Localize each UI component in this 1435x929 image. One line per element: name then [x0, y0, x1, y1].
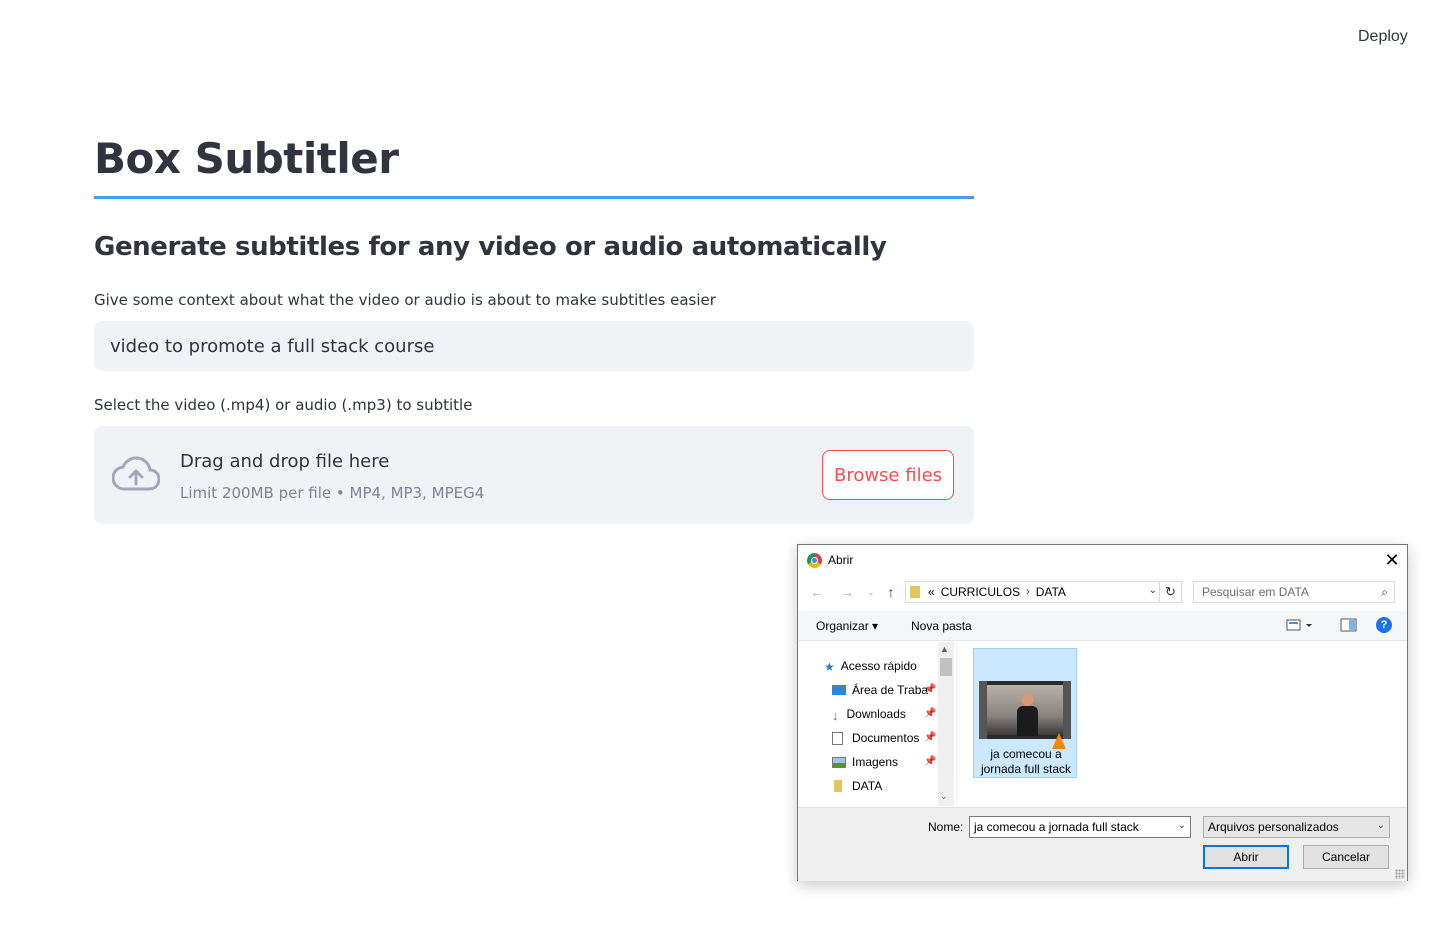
preview-pane-icon[interactable]: [1340, 617, 1358, 636]
up-arrow-icon[interactable]: ↑: [882, 583, 900, 601]
page-title: Box Subtitler: [94, 134, 399, 183]
context-label: Give some context about what the video o…: [94, 291, 716, 309]
open-file-dialog: Abrir ✕ ← → ⌄ ↑ « CURRICULOS › DATA ⌄ ↻ …: [797, 544, 1408, 881]
deploy-button[interactable]: Deploy: [1352, 26, 1414, 48]
nav-item-images[interactable]: Imagens: [832, 752, 898, 772]
file-type-select[interactable]: Arquivos personalizados ⌄: [1203, 816, 1390, 838]
organize-menu[interactable]: Organizar ▾: [816, 619, 878, 633]
breadcrumb-separator: ›: [1026, 586, 1030, 598]
dropzone-limit: Limit 200MB per file • MP4, MP3, MPEG4: [180, 484, 485, 502]
file-name-input[interactable]: ja comecou a jornada full stack ⌄: [969, 816, 1191, 838]
pin-icon: 📌: [924, 684, 937, 695]
nav-item-label: Acesso rápido: [840, 659, 917, 673]
chevron-down-icon: ⌄: [1376, 820, 1385, 831]
chevron-down-icon[interactable]: ⌄: [1178, 820, 1186, 831]
pin-icon: 📌: [924, 732, 937, 743]
scroll-thumb[interactable]: [940, 658, 952, 676]
cloud-upload-icon: [112, 456, 160, 491]
recent-dropdown-icon[interactable]: ⌄: [862, 583, 880, 601]
nav-item-documents[interactable]: Documentos: [832, 728, 919, 748]
browse-files-button[interactable]: Browse files: [822, 450, 954, 500]
star-icon: ★: [824, 660, 835, 674]
nav-item-label: Downloads: [846, 707, 906, 721]
refresh-icon[interactable]: ↻: [1160, 581, 1182, 603]
nav-item-desktop[interactable]: Área de Traba: [832, 680, 928, 700]
file-item[interactable]: ja comecou a jornada full stack: [973, 648, 1077, 778]
breadcrumb-data[interactable]: DATA: [1036, 585, 1066, 599]
video-thumbnail: [979, 681, 1071, 739]
nav-item-label: Área de Traba: [852, 683, 929, 697]
open-button[interactable]: Abrir: [1203, 845, 1289, 869]
dialog-navbar: ← → ⌄ ↑ « CURRICULOS › DATA ⌄ ↻ Pesquisa…: [798, 579, 1407, 605]
scroll-up-icon[interactable]: ▲: [940, 644, 949, 654]
dialog-titlebar: Abrir ✕: [798, 545, 1407, 575]
nav-scrollbar[interactable]: ▲ ⌄: [938, 642, 954, 806]
nav-item-quick-access[interactable]: ★ Acesso rápido: [824, 656, 917, 676]
dialog-footer: Nome: ja comecou a jornada full stack ⌄ …: [798, 807, 1407, 881]
search-input[interactable]: Pesquisar em DATA ⌕: [1193, 581, 1395, 603]
file-name-line: ja comecou a: [990, 747, 1062, 761]
pin-icon: 📌: [924, 708, 937, 719]
download-icon: ↓: [832, 708, 839, 723]
breadcrumb-overflow[interactable]: «: [928, 585, 935, 599]
resize-grip-icon[interactable]: [1395, 869, 1405, 879]
search-icon: ⌕: [1381, 585, 1388, 599]
address-bar[interactable]: « CURRICULOS › DATA ⌄: [905, 581, 1160, 603]
title-divider: [94, 196, 974, 199]
view-options-icon[interactable]: [1286, 617, 1314, 636]
scroll-down-icon[interactable]: ⌄: [940, 791, 948, 802]
search-placeholder: Pesquisar em DATA: [1202, 585, 1309, 599]
dialog-toolbar: Organizar ▾ Nova pasta ?: [798, 611, 1407, 641]
breadcrumb-curriculos[interactable]: CURRICULOS: [941, 585, 1020, 599]
chrome-icon: [807, 553, 822, 568]
new-folder-button[interactable]: Nova pasta: [911, 619, 972, 633]
file-name: ja comecou a jornada full stack: [974, 747, 1078, 777]
help-icon[interactable]: ?: [1376, 617, 1392, 633]
document-icon: [832, 731, 843, 745]
context-input[interactable]: video to promote a full stack course: [94, 321, 974, 371]
file-name-value: ja comecou a jornada full stack: [974, 820, 1139, 834]
cancel-button[interactable]: Cancelar: [1303, 845, 1389, 869]
file-dropzone[interactable]: Drag and drop file here Limit 200MB per …: [94, 426, 974, 524]
file-name-line: jornada full stack: [980, 762, 1072, 776]
file-uploader-label: Select the video (.mp4) or audio (.mp3) …: [94, 396, 473, 414]
pin-icon: 📌: [924, 756, 937, 767]
chevron-down-icon[interactable]: ⌄: [1149, 585, 1157, 596]
desktop-icon: [832, 685, 846, 695]
nav-item-label: DATA: [852, 779, 883, 793]
back-arrow-icon[interactable]: ←: [808, 583, 826, 601]
file-list-pane: ja comecou a jornada full stack: [956, 642, 1407, 806]
dialog-title: Abrir: [828, 553, 854, 567]
person-image: [1017, 693, 1038, 736]
dropzone-title: Drag and drop file here: [180, 451, 390, 472]
forward-arrow-icon[interactable]: →: [838, 583, 856, 601]
nav-item-downloads[interactable]: ↓ Downloads: [832, 704, 906, 724]
close-icon[interactable]: ✕: [1377, 545, 1407, 575]
navigation-pane: ★ Acesso rápido Área de Traba 📌 ↓ Downlo…: [798, 642, 954, 806]
context-input-value: video to promote a full stack course: [110, 335, 435, 357]
folder-icon: [834, 780, 842, 792]
nav-item-label: Imagens: [852, 755, 899, 769]
page-subtitle: Generate subtitles for any video or audi…: [94, 232, 887, 262]
nav-item-label: Documentos: [852, 731, 920, 745]
file-type-value: Arquivos personalizados: [1208, 820, 1339, 834]
folder-icon: [910, 586, 920, 598]
image-icon: [832, 756, 846, 768]
nav-item-data[interactable]: DATA: [832, 776, 882, 796]
file-name-label: Nome:: [928, 820, 964, 834]
